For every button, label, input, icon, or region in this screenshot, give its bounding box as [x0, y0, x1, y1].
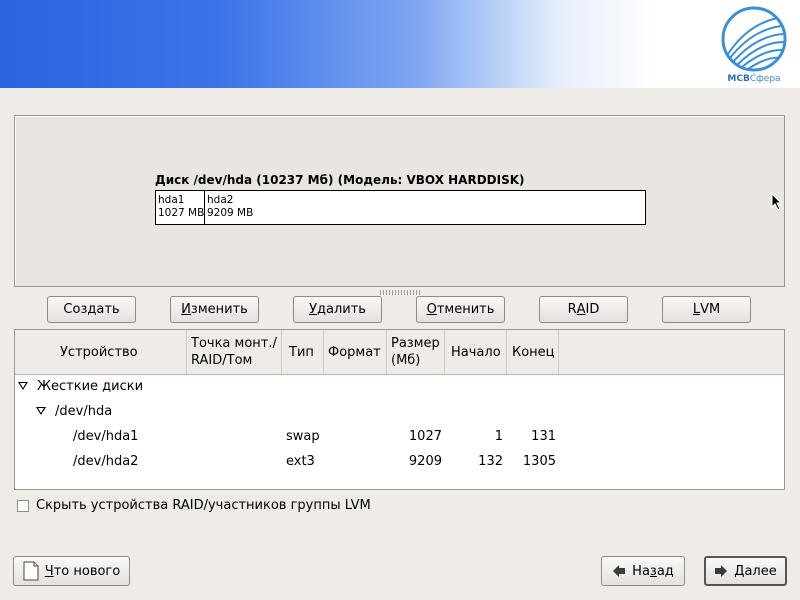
- table-row[interactable]: /dev/hda2 ext3 9209 132 1305: [15, 450, 784, 475]
- pane-resize-handle[interactable]: [380, 290, 420, 295]
- lvm-button[interactable]: L VM: [662, 296, 751, 323]
- edit-button[interactable]: Изменить: [170, 296, 259, 323]
- document-icon: [23, 561, 39, 581]
- cell-start: 132: [478, 454, 503, 469]
- cell-device: /dev/hda2: [73, 454, 139, 469]
- expander-icon[interactable]: [36, 407, 46, 415]
- hide-raid-lvm-option[interactable]: Скрыть устройства RAID/участников группы…: [17, 498, 371, 513]
- next-button[interactable]: Далее: [704, 556, 787, 586]
- column-header-format[interactable]: Формат: [324, 330, 387, 374]
- delete-button[interactable]: Удалить: [293, 296, 382, 323]
- column-header-end[interactable]: Конец: [507, 330, 559, 374]
- disk-title: Диск /dev/hda (10237 Мб) (Модель: VBOX H…: [155, 173, 525, 187]
- cell-end: 131: [531, 429, 556, 444]
- mouse-pointer-icon: [771, 193, 783, 211]
- cell-type: swap: [286, 429, 320, 444]
- disk-partition-bar: hda1 1027 MB hda2 9209 MB: [155, 190, 646, 225]
- back-button[interactable]: На з ад: [601, 556, 685, 586]
- column-header-device[interactable]: Устройство: [15, 330, 187, 374]
- arrow-right-icon: [715, 565, 728, 577]
- tree-row-disk[interactable]: /dev/hda: [15, 400, 784, 425]
- arrow-left-icon: [613, 565, 626, 577]
- cell-type: ext3: [286, 454, 315, 469]
- tree-row-hard-disks[interactable]: Жесткие диски: [15, 375, 784, 400]
- cell-size: 1027: [408, 429, 442, 444]
- cell-start: 1: [494, 429, 503, 444]
- logo-icon: [721, 6, 787, 72]
- partition-name: hda1: [158, 194, 185, 206]
- header-banner: [0, 0, 800, 88]
- column-header-mount[interactable]: Точка монт./RAID/Том: [187, 330, 282, 374]
- table-row[interactable]: /dev/hda1 swap 1027 1 131: [15, 425, 784, 450]
- column-header-size[interactable]: Размер (Мб): [387, 330, 445, 374]
- cell-end: 1305: [522, 454, 556, 469]
- expander-icon[interactable]: [18, 382, 28, 390]
- cell-size: 9209: [408, 454, 442, 469]
- hide-raid-lvm-label: Скрыть устройства RAID/участников группы…: [36, 498, 371, 513]
- tree-label: Жесткие диски: [37, 379, 144, 394]
- cell-device: /dev/hda1: [73, 429, 139, 444]
- partition-hda1-segment[interactable]: hda1 1027 MB: [156, 191, 205, 224]
- disk-map-panel: Диск /dev/hda (10237 Мб) (Модель: VBOX H…: [14, 115, 785, 287]
- partition-table: Устройство Точка монт./RAID/Том Тип Форм…: [14, 329, 785, 490]
- hide-raid-lvm-checkbox[interactable]: [17, 499, 29, 512]
- partition-size: 9209 MB: [207, 207, 254, 219]
- tree-label: /dev/hda: [55, 404, 113, 419]
- whats-new-button[interactable]: Что нового: [13, 556, 130, 586]
- create-button[interactable]: Создать: [47, 296, 136, 323]
- partition-hda2-segment[interactable]: hda2 9209 MB: [205, 191, 645, 224]
- partition-name: hda2: [207, 194, 234, 206]
- undo-button[interactable]: Отменить: [416, 296, 505, 323]
- column-header-type[interactable]: Тип: [282, 330, 324, 374]
- logo: МСВСфера: [718, 4, 790, 88]
- raid-button[interactable]: R A ID: [539, 296, 628, 323]
- logo-text: МСВСфера: [727, 74, 781, 84]
- column-header-start[interactable]: Начало: [445, 330, 507, 374]
- table-header: Устройство Точка монт./RAID/Том Тип Форм…: [15, 330, 784, 375]
- partition-size: 1027 MB: [158, 207, 205, 219]
